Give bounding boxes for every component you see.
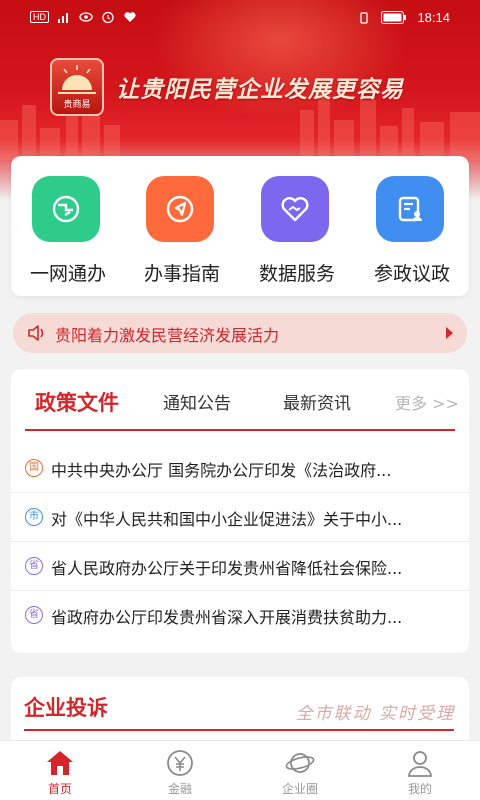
news-item[interactable]: 国 中共中央办公厅 国务院办公厅印发《法治政府...: [11, 444, 469, 493]
eye-icon: [79, 12, 93, 22]
service-label: 数据服务: [258, 263, 335, 285]
complaint-motto: 全市联动 实时受理: [295, 704, 455, 724]
service-canzhengyizheng[interactable]: 参政议政: [355, 156, 469, 296]
announcement-arrow-icon: [446, 327, 453, 339]
news-tabs: 政策文件 通知公告 最新资讯 更多 >>: [11, 369, 469, 431]
speaker-icon: [28, 325, 44, 341]
announcement-bar[interactable]: 贵阳着力激发民营经济发展活力: [13, 313, 467, 353]
app-logo: 贵商易: [50, 58, 104, 116]
service-label: 一网通办: [29, 263, 106, 285]
status-left: HD: [30, 10, 137, 24]
nav-label: 首页: [47, 782, 72, 796]
service-label: 办事指南: [143, 263, 220, 285]
news-title: 中共中央办公厅 国务院办公厅印发《法治政府...: [51, 461, 392, 480]
yuan-icon: [167, 750, 193, 776]
alarm-icon: [102, 11, 114, 24]
hd-label: HD: [30, 11, 49, 23]
level-badge: 省: [25, 606, 43, 624]
tab-policy[interactable]: 政策文件: [35, 387, 119, 417]
news-card: 政策文件 通知公告 最新资讯 更多 >> 国 中共中央办公厅 国务院办公厅印发《…: [11, 369, 469, 653]
clipboard-person-icon: [376, 176, 444, 242]
service-banshizhinan[interactable]: 办事指南: [125, 156, 239, 296]
services-card: 一网通办 办事指南 数据服务 参政议政: [11, 156, 469, 296]
complaint-title: 企业投诉: [24, 696, 108, 720]
level-badge: 市: [25, 508, 43, 526]
nav-home[interactable]: 首页: [0, 741, 120, 800]
nav-finance[interactable]: 金融: [120, 741, 240, 800]
nav-community[interactable]: 企业圈: [240, 741, 360, 800]
home-icon: [47, 751, 73, 775]
level-badge: 国: [25, 459, 43, 477]
news-title: 省政府办公厅印发贵州省深入开展消费扶贫助力...: [51, 608, 403, 627]
nav-label: 我的: [407, 782, 432, 796]
tab-underline: [25, 429, 455, 431]
level-badge: 省: [25, 557, 43, 575]
status-right: 18:14: [357, 10, 450, 25]
clock: 18:14: [417, 10, 450, 25]
tab-notice[interactable]: 通知公告: [163, 389, 231, 414]
news-item[interactable]: 市 对《中华人民共和国中小企业促进法》关于中小...: [11, 493, 469, 542]
nav-label: 企业圈: [281, 782, 318, 796]
health-icon: [124, 12, 136, 22]
globe-icon: [32, 176, 100, 242]
news-title: 省人民政府办公厅关于印发贵州省降低社会保险...: [51, 559, 403, 578]
slogan: 让贵阳民营企业发展更容易: [116, 77, 404, 103]
service-label: 参政议政: [373, 263, 450, 285]
bottom-nav: 首页 金融 企业圈 我的: [0, 740, 480, 800]
service-shujufuwu[interactable]: 数据服务: [240, 156, 354, 296]
sunrise-icon: [58, 65, 96, 94]
compass-icon: [146, 176, 214, 242]
status-bar: HD 18:14: [0, 0, 480, 38]
heart-handshake-icon: [261, 176, 329, 242]
news-item[interactable]: 省 省政府办公厅印发贵州省深入开展消费扶贫助力...: [11, 591, 469, 640]
more-link[interactable]: 更多 >>: [395, 390, 459, 414]
news-item[interactable]: 省 省人民政府办公厅关于印发贵州省降低社会保险...: [11, 542, 469, 591]
battery-icon: [381, 11, 407, 24]
signal-icon: [58, 13, 68, 23]
service-yiwangtongban[interactable]: 一网通办: [11, 156, 125, 296]
vibrate-icon: [360, 11, 369, 24]
tab-latest[interactable]: 最新资讯: [283, 389, 351, 414]
news-title: 对《中华人民共和国中小企业促进法》关于中小...: [51, 510, 403, 529]
logo-label: 贵商易: [63, 100, 91, 110]
nav-mine[interactable]: 我的: [360, 741, 480, 800]
announcement-text: 贵阳着力激发民营经济发展活力: [55, 326, 280, 345]
user-icon: [408, 751, 432, 777]
nav-label: 金融: [167, 782, 192, 796]
planet-icon: [285, 753, 315, 773]
complaint-underline: [24, 729, 454, 731]
